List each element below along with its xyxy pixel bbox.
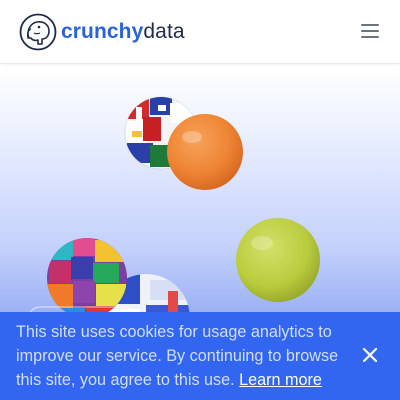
close-icon[interactable] — [360, 345, 380, 365]
elephant-icon — [19, 13, 57, 51]
cookie-message: This site uses cookies for usage analyti… — [16, 320, 346, 392]
cookie-banner: This site uses cookies for usage analyti… — [0, 312, 400, 400]
hamburger-menu-icon[interactable] — [361, 24, 381, 40]
site-header: crunchydata — [0, 0, 400, 64]
yellow-ball — [236, 218, 320, 302]
orange-ball-highlight — [182, 131, 202, 143]
orange-ball — [167, 114, 243, 190]
yellow-ball-highlight — [251, 236, 273, 250]
logo-word-crunchy: crunchy — [61, 20, 144, 43]
menu-bar — [361, 30, 379, 32]
learn-more-link[interactable]: Learn more — [239, 371, 322, 389]
menu-bar — [361, 24, 379, 26]
logo-wordmark: crunchydata — [61, 13, 185, 51]
logo-link[interactable]: crunchydata — [19, 13, 185, 51]
logo-word-data: data — [143, 20, 185, 43]
menu-bar — [361, 36, 379, 38]
